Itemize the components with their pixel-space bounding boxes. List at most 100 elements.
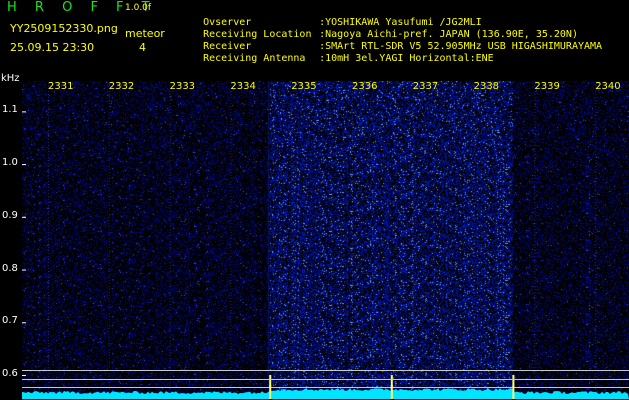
grid-dot (352, 325, 353, 326)
grid-dot (108, 148, 110, 149)
grid-dot (169, 124, 171, 125)
grid-dot (48, 133, 49, 134)
grid-dot (412, 223, 414, 224)
grid-dot (48, 121, 49, 122)
grid-dot (108, 313, 110, 314)
grid-dot (534, 262, 536, 263)
grid-dot (48, 250, 49, 251)
grid-dot (595, 178, 597, 179)
grid-dot (230, 244, 232, 245)
grid-dot (534, 121, 536, 122)
grid-dot (48, 349, 49, 350)
grid-dot (412, 115, 414, 116)
grid-dot (108, 100, 110, 101)
grid-dot (108, 109, 110, 110)
grid-dot (169, 328, 171, 329)
grid-dot (352, 286, 353, 287)
grid-dot (473, 292, 475, 293)
grid-dot (48, 343, 49, 344)
time-tick-label: 2334 (230, 81, 256, 92)
grid-dot (291, 118, 293, 119)
grid-dot (230, 289, 232, 290)
grid-dot (291, 331, 293, 332)
time-tick-label: 2338 (473, 81, 500, 92)
grid-dot (291, 157, 293, 158)
event-count: 4 (139, 41, 146, 54)
grid-dot (352, 187, 353, 188)
grid-dot (169, 343, 171, 344)
grid-dot (230, 214, 232, 215)
grid-dot (48, 163, 49, 164)
grid-dot (169, 229, 171, 230)
grid-dot (534, 115, 536, 116)
grid-dot (595, 316, 597, 317)
grid-dot (169, 106, 171, 107)
grid-dot (291, 130, 293, 131)
grid-dot (534, 292, 536, 293)
grid-dot (412, 253, 414, 254)
grid-dot (473, 199, 475, 200)
grid-dot (412, 157, 414, 158)
grid-dot (412, 271, 414, 272)
meteor-spike (390, 385, 393, 399)
grid-dot (534, 190, 536, 191)
grid-dot (352, 151, 353, 152)
grid-dot (412, 331, 414, 332)
grid-dot (595, 145, 597, 146)
grid-dot (291, 349, 293, 350)
grid-dot (108, 103, 110, 104)
grid-dot (108, 217, 110, 218)
grid-dot (352, 262, 353, 263)
grid-dot (352, 211, 353, 212)
grid-dot (595, 382, 597, 383)
grid-dot (352, 265, 353, 266)
grid-dot (169, 322, 171, 323)
grid-dot (230, 112, 232, 113)
grid-dot (412, 352, 414, 353)
grid-dot (169, 154, 171, 155)
grid-dot (473, 301, 475, 302)
grid-dot (230, 148, 232, 149)
grid-dot (48, 244, 49, 245)
grid-dot (48, 319, 49, 320)
grid-dot (291, 355, 293, 356)
grid-dot (534, 277, 536, 278)
grid-dot (595, 277, 597, 278)
grid-dot (352, 166, 353, 167)
grid-dot (291, 202, 293, 203)
grid-dot (595, 169, 597, 170)
grid-dot (169, 340, 171, 341)
grid-dot (48, 187, 49, 188)
grid-dot (108, 286, 110, 287)
grid-dot (48, 154, 49, 155)
grid-dot (534, 274, 536, 275)
grid-dot (352, 304, 353, 305)
grid-dot (48, 130, 49, 131)
grid-dot (412, 145, 414, 146)
grid-dot (473, 310, 475, 311)
grid-dot (169, 289, 171, 290)
grid-dot (352, 136, 353, 137)
grid-dot (473, 229, 475, 230)
time-tick-label: 2339 (534, 81, 560, 92)
grid-dot (534, 259, 536, 260)
grid-dot (230, 205, 232, 206)
grid-dot (595, 298, 597, 299)
grid-dot (352, 175, 353, 176)
grid-dot (534, 163, 536, 164)
grid-dot (291, 226, 293, 227)
grid-dot (595, 349, 597, 350)
grid-dot (291, 373, 293, 374)
grid-dot (108, 232, 110, 233)
grid-dot (352, 238, 353, 239)
grid-dot (412, 274, 414, 275)
grid-dot (352, 193, 353, 194)
grid-dot (473, 115, 475, 116)
grid-dot (108, 160, 110, 161)
grid-dot (534, 196, 536, 197)
grid-dot (230, 316, 232, 317)
grid-dot (412, 214, 414, 215)
grid-dot (291, 169, 293, 170)
grid-dot (291, 181, 293, 182)
grid-dot (108, 352, 110, 353)
